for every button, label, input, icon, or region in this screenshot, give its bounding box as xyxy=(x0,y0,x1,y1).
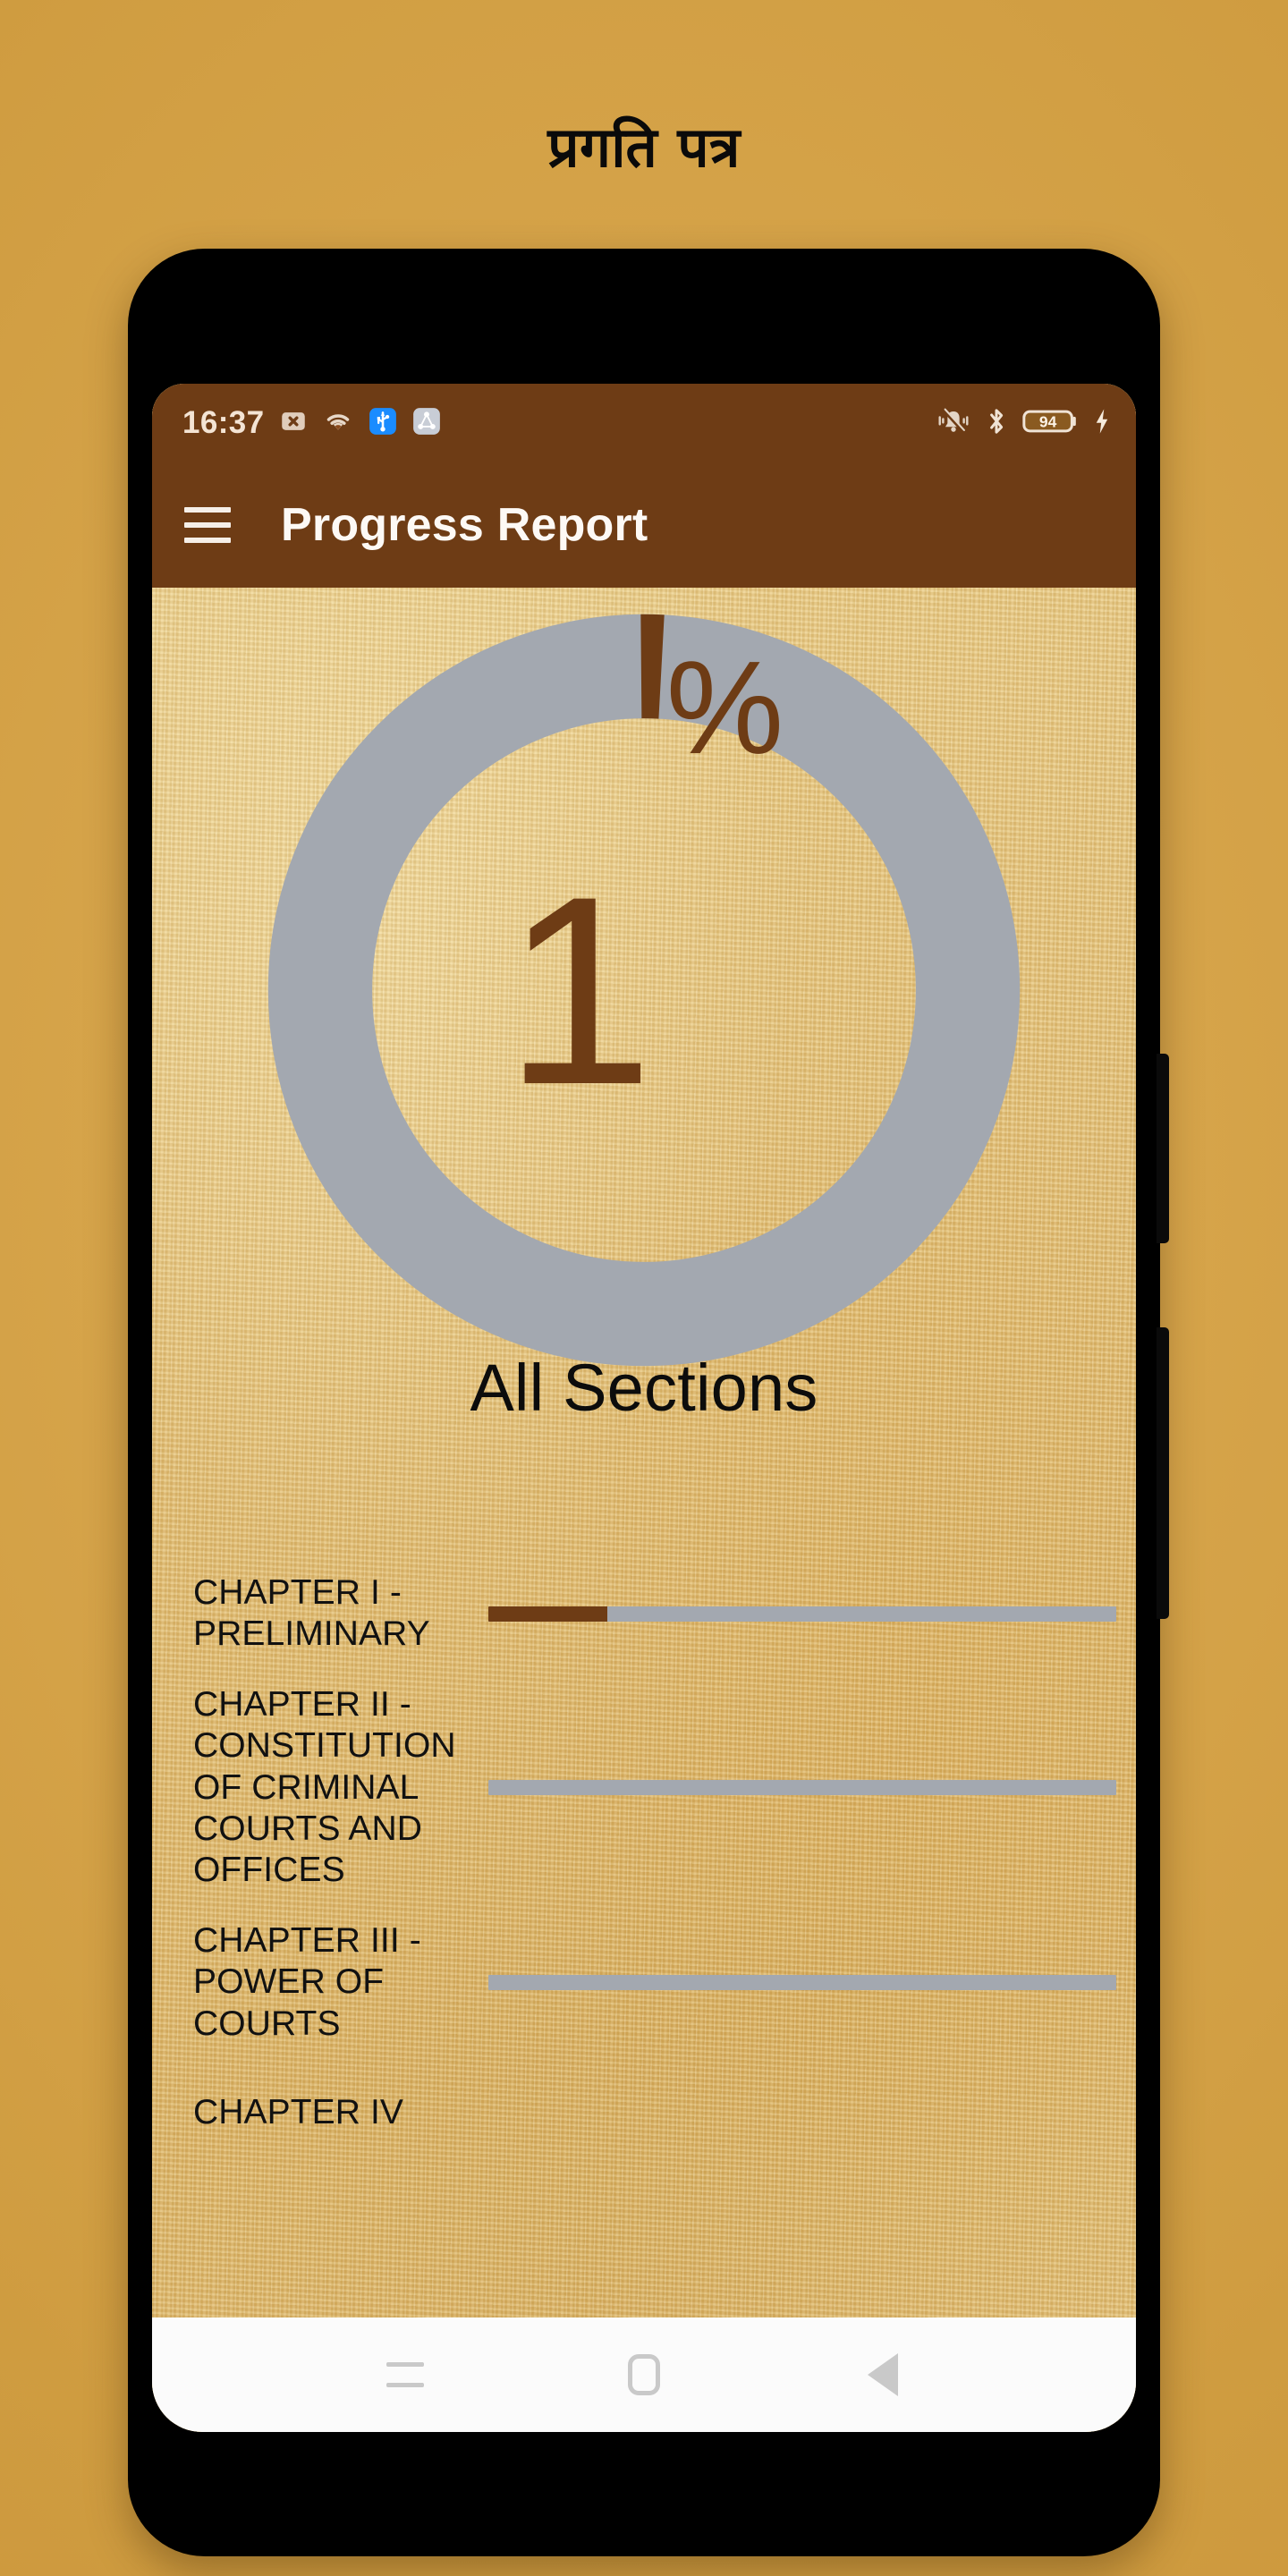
hamburger-line xyxy=(184,538,231,543)
hamburger-menu-icon[interactable] xyxy=(184,507,231,543)
chapter-label: CHAPTER III - POWER OF COURTS xyxy=(193,1920,421,2043)
recents-line xyxy=(386,2383,425,2387)
volume-button[interactable] xyxy=(1157,1054,1169,1243)
power-button[interactable] xyxy=(1157,1327,1169,1619)
bluetooth-icon xyxy=(984,406,1009,441)
chapter-progress-area xyxy=(470,1780,1136,1796)
main-content: 1 % All Sections CHAPTER I - PRELIMINARY… xyxy=(152,588,1136,2432)
chapter-row[interactable]: CHAPTER IV xyxy=(193,2059,1136,2166)
battery-level: 94 xyxy=(1039,412,1057,430)
gauge-label: 1 % xyxy=(258,605,1030,1376)
status-bar-left: 16:37 xyxy=(182,405,442,441)
chapter-progress-area xyxy=(470,1606,1136,1622)
status-bar-right: 94 xyxy=(936,406,1113,441)
gauge-value: 1 xyxy=(504,840,654,1140)
vibrate-off-icon xyxy=(936,406,970,441)
chapter-progress-bar xyxy=(488,1780,1116,1796)
chapter-progress-area xyxy=(470,1974,1136,1990)
nearby-share-icon xyxy=(411,406,442,441)
app-bar-title: Progress Report xyxy=(281,499,648,551)
status-bar: 16:37 94 xyxy=(152,384,1136,462)
chapter-label: CHAPTER IV xyxy=(193,2092,404,2131)
android-nav-bar xyxy=(152,2318,1136,2432)
gauge-unit: % xyxy=(665,634,784,782)
progress-gauge: 1 % xyxy=(258,605,1030,1376)
chapter-row[interactable]: CHAPTER II - CONSTITUTION OF CRIMINAL CO… xyxy=(193,1670,1136,1906)
recents-line xyxy=(386,2362,425,2367)
chapter-label: CHAPTER II - CONSTITUTION OF CRIMINAL CO… xyxy=(193,1684,456,1890)
chapter-row[interactable]: CHAPTER III - POWER OF COURTS xyxy=(193,1906,1136,2059)
recents-icon[interactable] xyxy=(369,2343,441,2407)
hamburger-line xyxy=(184,507,231,513)
back-icon[interactable] xyxy=(847,2343,919,2407)
status-clock: 16:37 xyxy=(182,405,265,440)
recents-glyph xyxy=(386,2362,425,2387)
usb-icon xyxy=(368,406,398,441)
chapter-row[interactable]: CHAPTER I - PRELIMINARY xyxy=(193,1558,1136,1670)
hamburger-line xyxy=(184,522,231,528)
battery-icon: 94 xyxy=(1022,406,1078,441)
home-icon[interactable] xyxy=(608,2343,680,2407)
chapter-list: CHAPTER I - PRELIMINARY CHAPTER II - CONS… xyxy=(152,1558,1136,2166)
chapter-progress-bar xyxy=(488,1974,1116,1990)
page-title: प्रगति पत्र xyxy=(547,114,741,180)
back-glyph xyxy=(867,2353,898,2396)
app-bar: Progress Report xyxy=(152,462,1136,588)
home-glyph xyxy=(627,2354,660,2395)
chapter-progress-bar xyxy=(488,1606,1116,1622)
phone-frame: 16:37 94 Progress Report 1 % All Section… xyxy=(128,249,1169,2556)
chapter-label: CHAPTER I - PRELIMINARY xyxy=(193,1573,430,1654)
wifi-icon xyxy=(322,406,354,441)
phone-screen: 16:37 94 Progress Report 1 % All Section… xyxy=(152,384,1136,2432)
charging-bolt-icon xyxy=(1091,406,1113,441)
progress-gauge-wrap: 1 % xyxy=(152,588,1136,1393)
no-sim-icon xyxy=(278,406,309,441)
chapter-progress-fill xyxy=(488,1606,608,1622)
